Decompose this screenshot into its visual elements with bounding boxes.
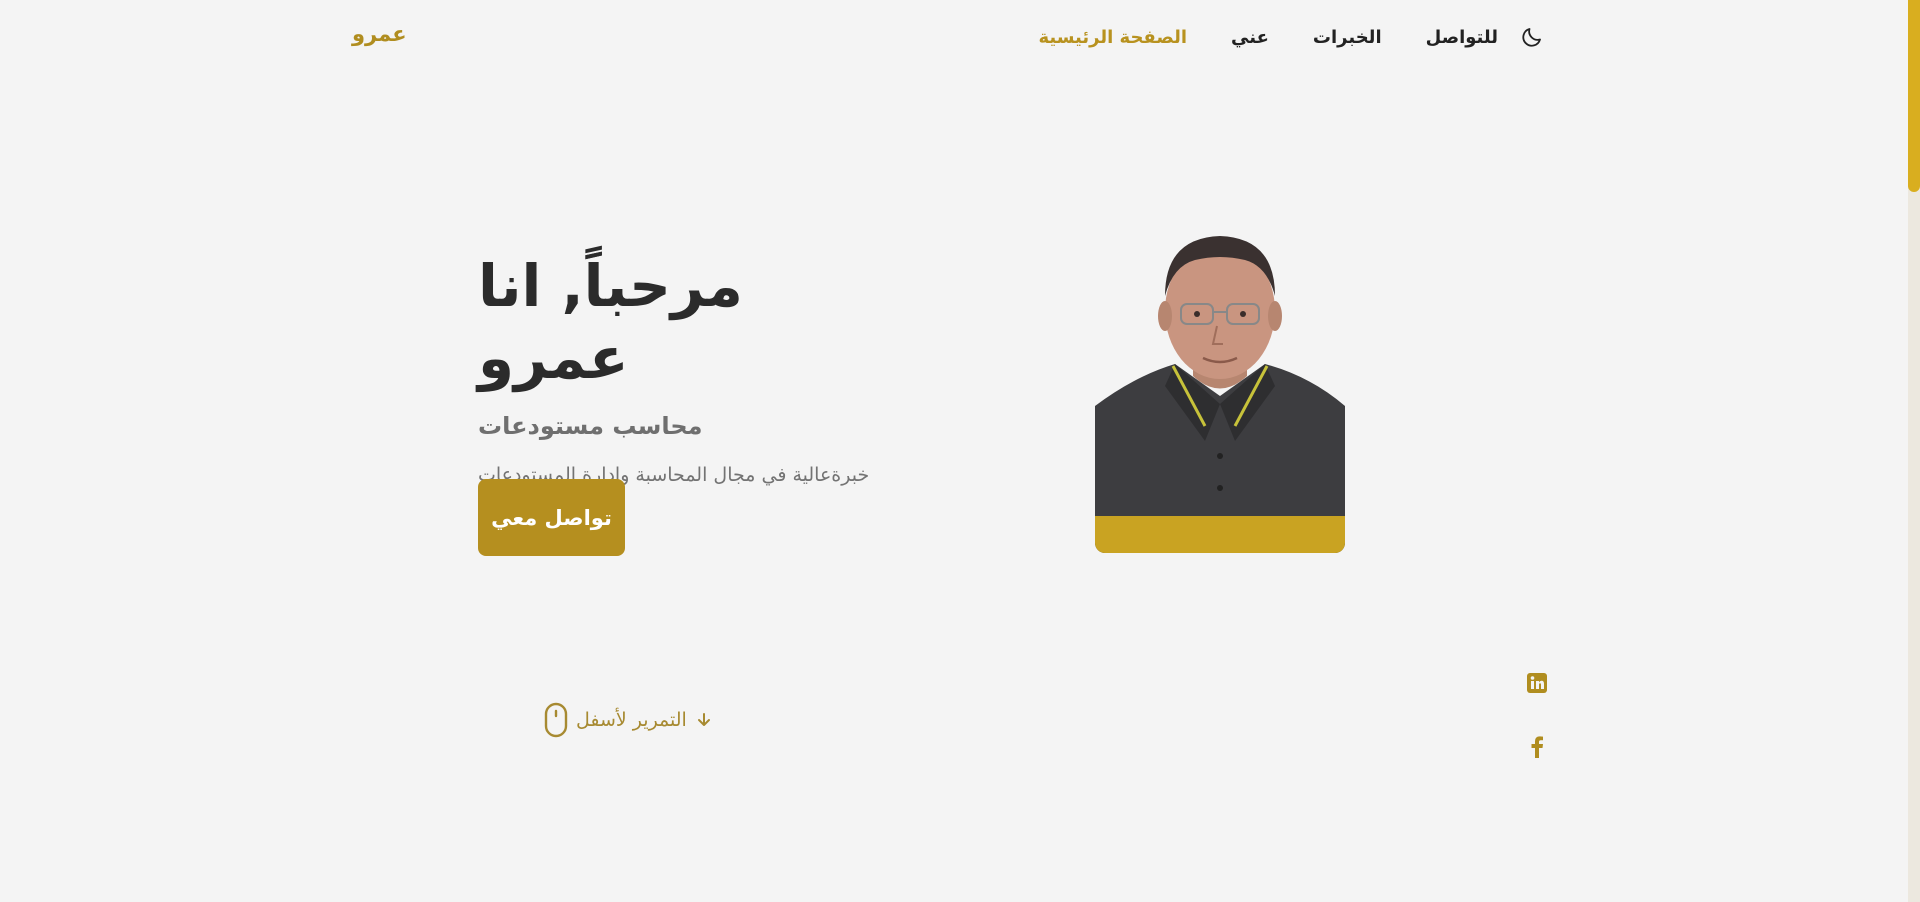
facebook-link[interactable] [1530,736,1544,762]
hero-subtitle: محاسب مستودعات [478,412,703,440]
scrollbar-thumb[interactable] [1908,0,1920,192]
site-logo[interactable]: عمرو [352,22,407,46]
arrow-down-icon [697,713,710,726]
linkedin-link[interactable] [1526,672,1548,698]
social-links [1524,672,1550,762]
hero-section: مرحباًَ, انا عمرو محاسب مستودعات خبرةعال… [478,250,898,486]
scroll-down-link[interactable]: التمرير لأسفل [544,702,711,738]
mouse-icon [544,702,568,738]
hero-title: مرحباًَ, انا عمرو [478,252,743,392]
nav-link-about[interactable]: عني [1231,27,1269,48]
profile-photo [1095,226,1345,553]
facebook-icon [1531,736,1543,758]
scroll-down-label: التمرير لأسفل [576,709,687,731]
theme-toggle-button[interactable] [1518,23,1546,51]
contact-me-button[interactable]: تواصل معي [478,479,625,556]
scrollbar-track[interactable] [1908,0,1920,902]
moon-icon [1522,28,1541,47]
site-header: عمرو للتواصل الخبرات عني الصفحة الرئيسية [0,0,1908,74]
nav-link-home[interactable]: الصفحة الرئيسية [1038,27,1187,48]
nav-link-experience[interactable]: الخبرات [1313,27,1382,48]
nav-link-contact[interactable]: للتواصل [1426,27,1498,48]
linkedin-icon [1527,673,1547,693]
main-nav: للتواصل الخبرات عني الصفحة الرئيسية [1038,20,1546,54]
